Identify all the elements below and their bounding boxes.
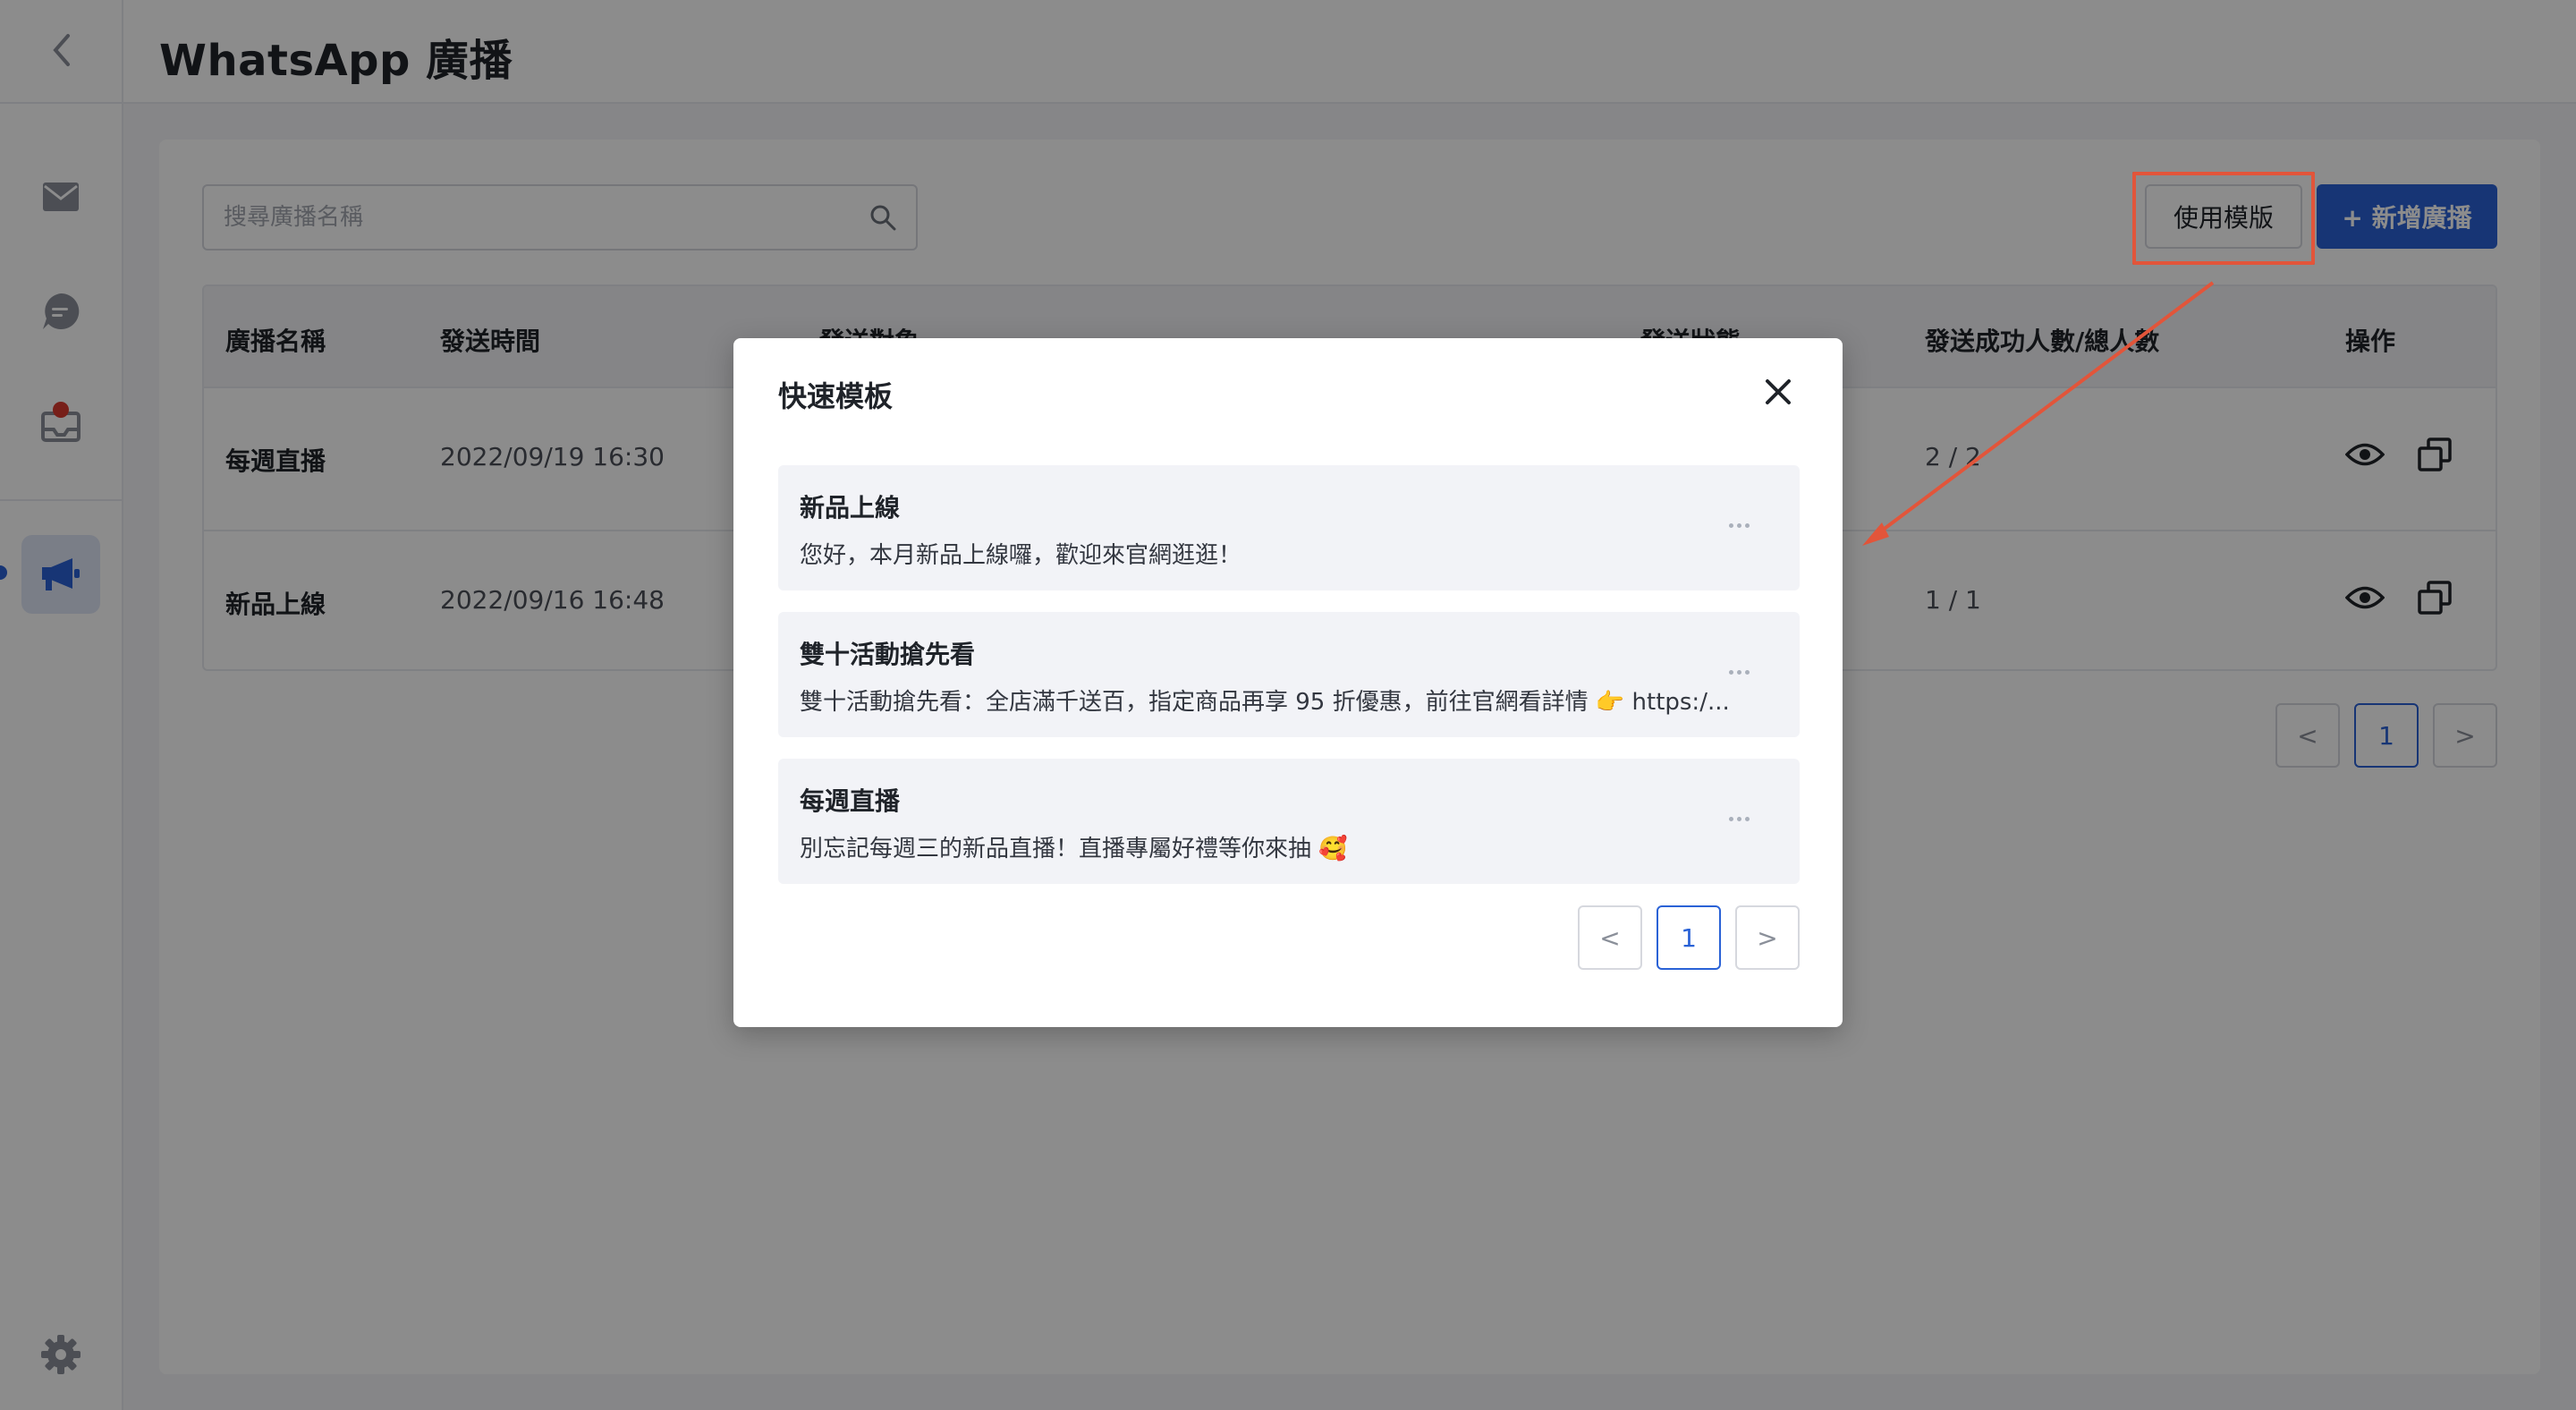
template-name: 每週直播 — [800, 786, 901, 816]
template-item[interactable]: 每週直播 別忘記每週三的新品直播！直播專屬好禮等你來抽 🥰 — [778, 759, 1800, 884]
template-body: 您好，本月新品上線囉，歡迎來官網逛逛！ — [800, 542, 1242, 569]
modal-title: 快速模板 — [778, 379, 894, 413]
close-icon — [1766, 379, 1791, 404]
modal-pagination-next[interactable]: > — [1735, 905, 1800, 970]
modal-pagination-page[interactable]: 1 — [1657, 905, 1721, 970]
more-options-icon[interactable] — [1721, 512, 1757, 539]
close-button[interactable] — [1760, 374, 1796, 410]
app-root: WhatsApp 廣播 使用模版 + 新增廣播 廣播名稱 發送時間 發送對象 發… — [0, 0, 2576, 1410]
template-name: 新品上線 — [800, 493, 901, 522]
template-item[interactable]: 新品上線 您好，本月新品上線囉，歡迎來官網逛逛！ — [778, 465, 1800, 590]
quick-template-modal: 快速模板 新品上線 您好，本月新品上線囉，歡迎來官網逛逛！ 雙十活動搶先看 雙十… — [733, 338, 1843, 1027]
template-body: 雙十活動搶先看：全店滿千送百，指定商品再享 95 折優惠，前往官網看詳情 👉 h… — [800, 689, 1730, 716]
modal-pagination-prev[interactable]: < — [1578, 905, 1642, 970]
more-options-icon[interactable] — [1721, 658, 1757, 685]
template-name: 雙十活動搶先看 — [800, 640, 976, 669]
more-options-icon[interactable] — [1721, 805, 1757, 832]
template-body: 別忘記每週三的新品直播！直播專屬好禮等你來抽 🥰 — [800, 836, 1348, 862]
annotation-box — [2132, 172, 2315, 265]
template-item[interactable]: 雙十活動搶先看 雙十活動搶先看：全店滿千送百，指定商品再享 95 折優惠，前往官… — [778, 612, 1800, 737]
